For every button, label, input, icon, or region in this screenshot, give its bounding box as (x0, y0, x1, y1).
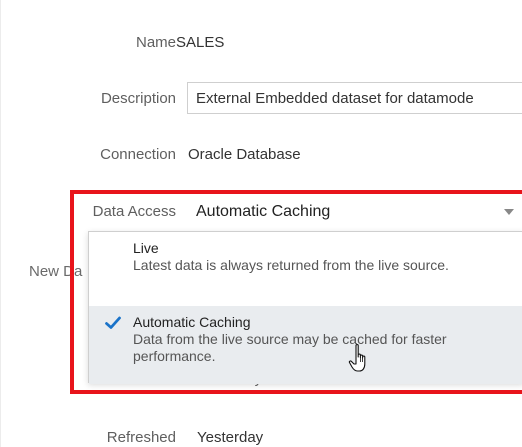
option-live[interactable]: Live Latest data is always returned from… (89, 240, 522, 310)
option-live-description: Latest data is always returned from the … (133, 257, 449, 273)
connection-value: Oracle Database (188, 146, 301, 163)
data-access-value: Automatic Caching (196, 203, 331, 220)
data-access-label: Data Access (92, 203, 176, 220)
description-value: External Embedded dataset for datamode (196, 90, 474, 107)
checkmark-icon (105, 316, 121, 329)
description-field[interactable]: External Embedded dataset for datamode (187, 82, 522, 114)
refreshed-label: Refreshed (106, 429, 176, 446)
description-label: Description (100, 90, 176, 107)
new-data-label: New Da (29, 263, 83, 280)
page-edge (0, 0, 1, 447)
name-value: SALES (176, 34, 225, 51)
name-label: Name (135, 34, 176, 51)
chevron-down-icon[interactable] (504, 209, 514, 215)
refreshed-value: Yesterday (197, 429, 264, 446)
option-automatic-caching-title: Automatic Caching (133, 314, 251, 330)
data-access-select[interactable]: Automatic Caching (188, 197, 522, 229)
option-automatic-caching[interactable]: Automatic Caching Data from the live sou… (89, 306, 522, 384)
hand-pointer-icon (348, 343, 366, 372)
connection-label: Connection (100, 146, 176, 163)
option-automatic-caching-description: Data from the live source may be cached … (133, 331, 447, 364)
option-live-title: Live (133, 240, 159, 256)
data-access-dropdown: Live Latest data is always returned from… (88, 231, 522, 384)
